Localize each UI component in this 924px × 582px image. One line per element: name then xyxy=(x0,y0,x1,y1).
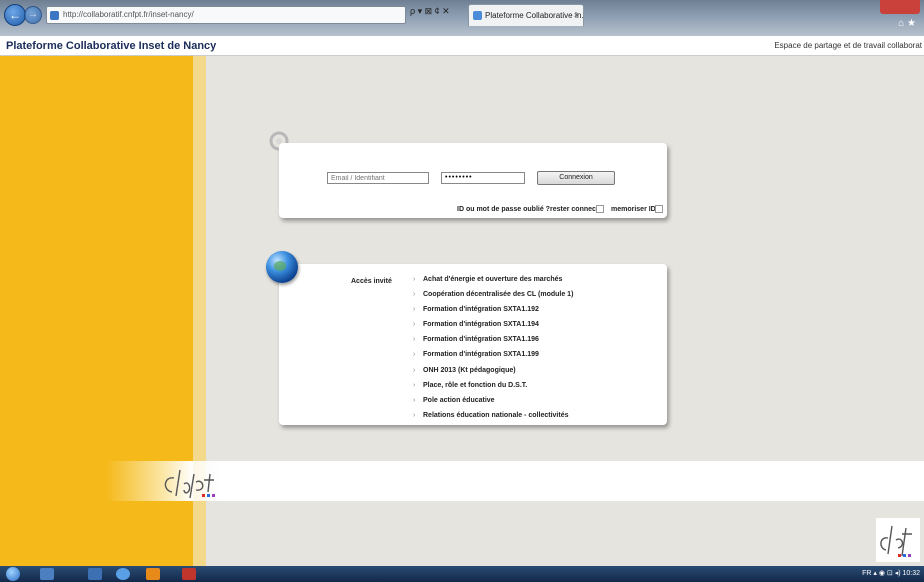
password-input[interactable]: •••••••• xyxy=(441,172,525,184)
chevron-right-icon: › xyxy=(413,336,416,344)
connect-button[interactable]: Connexion xyxy=(537,171,615,185)
cnfpt-corner-logo xyxy=(876,518,920,562)
tab-close-icon[interactable]: × xyxy=(574,10,579,20)
guest-access-label: Accès invité xyxy=(351,278,392,285)
chevron-right-icon: › xyxy=(413,351,416,359)
globe-icon xyxy=(266,251,298,283)
course-link[interactable]: › Formation d'intégration SXTA1.199 xyxy=(413,349,573,364)
taskbar: FR ▴ ◉ ⊡ ◂) 10:32 xyxy=(0,566,924,582)
course-list: › Achat d'énergie et ouverture des marché… xyxy=(413,274,573,425)
course-link[interactable]: › Formation d'intégration SXTA1.192 xyxy=(413,304,573,319)
course-link[interactable]: › Formation d'intégration SXTA1.196 xyxy=(413,334,573,349)
tab-title: Plateforme Collaborative In... xyxy=(485,11,584,20)
login-panel: •••••••• Connexion ID ou mot de passe ou… xyxy=(279,143,667,218)
course-link[interactable]: › Achat d'énergie et ouverture des marché… xyxy=(413,274,573,289)
back-button[interactable]: ← xyxy=(4,4,26,26)
course-link[interactable]: › Pole action éducative xyxy=(413,395,573,410)
start-button[interactable] xyxy=(6,567,20,581)
email-input[interactable] xyxy=(327,172,429,184)
app-icon[interactable] xyxy=(88,568,102,580)
address-text: http://collaboratif.cnfpt.fr/inset-nancy… xyxy=(63,10,194,19)
address-bar[interactable]: http://collaboratif.cnfpt.fr/inset-nancy… xyxy=(46,6,406,24)
stay-connected-label: rester connecté xyxy=(550,206,603,213)
chevron-right-icon: › xyxy=(413,306,416,314)
stay-connected-checkbox[interactable] xyxy=(596,205,604,213)
chevron-right-icon: › xyxy=(413,366,416,374)
page-header: Plateforme Collaborative Inset de Nancy … xyxy=(0,36,924,56)
pdf-icon[interactable] xyxy=(182,568,196,580)
page-subtitle: Espace de partage et de travail collabor… xyxy=(774,41,922,50)
course-link[interactable]: › Formation d'intégration SXTA1.194 xyxy=(413,319,573,334)
site-favicon-icon xyxy=(50,11,59,20)
window-controls[interactable] xyxy=(880,0,920,14)
address-tools[interactable]: ρ ▾ ⊠ ¢ ✕ xyxy=(410,6,450,17)
tab-favicon-icon xyxy=(473,11,482,20)
cnfpt-logo xyxy=(164,469,215,499)
remember-id-label: memoriser ID xyxy=(611,206,656,213)
chevron-right-icon: › xyxy=(413,411,416,419)
system-tray[interactable]: FR ▴ ◉ ⊡ ◂) 10:32 xyxy=(862,569,920,577)
internet-explorer-icon[interactable] xyxy=(116,568,130,580)
remember-id-checkbox[interactable] xyxy=(655,205,663,213)
forgot-password-link[interactable]: ID ou mot de passe oublié ? xyxy=(457,206,550,213)
back-icon: ← xyxy=(9,8,21,22)
outlook-icon[interactable] xyxy=(146,568,160,580)
forward-button[interactable]: → xyxy=(24,6,42,24)
course-link[interactable]: › ONH 2013 (Kt pédagogique) xyxy=(413,365,573,380)
page-title: Plateforme Collaborative Inset de Nancy xyxy=(6,40,217,52)
explorer-icon[interactable] xyxy=(40,568,54,580)
guest-access-panel: Accès invité › Achat d'énergie et ouvertu… xyxy=(279,264,667,425)
browser-tab[interactable]: Plateforme Collaborative In... × xyxy=(468,4,584,26)
forward-icon: → xyxy=(28,9,38,20)
chevron-right-icon: › xyxy=(413,381,416,389)
chevron-right-icon: › xyxy=(413,291,416,299)
chevron-right-icon: › xyxy=(413,396,416,404)
course-link[interactable]: › Place, rôle et fonction du D.S.T. xyxy=(413,380,573,395)
chevron-right-icon: › xyxy=(413,321,416,329)
chevron-right-icon: › xyxy=(413,276,416,283)
home-favorites-icons[interactable]: ⌂ ★ xyxy=(898,18,916,29)
course-link[interactable]: › Coopération décentralisée des CL (modul… xyxy=(413,289,573,304)
browser-chrome: ← → http://collaboratif.cnfpt.fr/inset-n… xyxy=(0,0,924,36)
course-link[interactable]: › Relations éducation nationale - collect… xyxy=(413,410,573,425)
